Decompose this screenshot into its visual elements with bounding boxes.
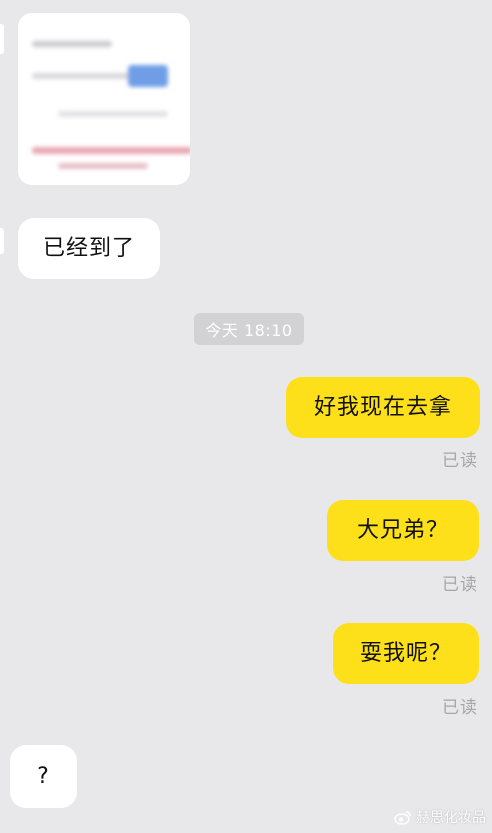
message-text: 已经到了 (42, 235, 135, 261)
timestamp-divider: 今天 18:10 (194, 313, 304, 345)
message-bubble-incoming[interactable]: 已经到了 (18, 218, 160, 279)
watermark-text: 赫思化妆品 (416, 810, 486, 826)
message-bubble-outgoing[interactable]: 大兄弟？ (327, 500, 479, 561)
message-text: 大兄弟？ (356, 517, 449, 543)
message-text: ? (37, 763, 50, 789)
blurred-content (32, 147, 190, 154)
timestamp-text: 今天 18:10 (205, 321, 293, 340)
message-text: 耍我呢？ (359, 640, 452, 666)
blurred-content (32, 73, 132, 79)
weibo-icon (394, 810, 411, 825)
read-receipt: 已读 (442, 698, 478, 718)
blurred-content (32, 41, 112, 47)
message-text: 好我现在去拿 (313, 394, 452, 420)
sender-avatar-edge (0, 228, 4, 254)
blurred-content (58, 163, 148, 169)
message-bubble-incoming[interactable]: ? (10, 745, 77, 808)
watermark: 赫思化妆品 (394, 807, 486, 827)
sender-avatar-edge (0, 24, 4, 54)
message-bubble-outgoing[interactable]: 好我现在去拿 (286, 377, 480, 438)
blurred-content (128, 65, 168, 87)
chat-thread: 已经到了 今天 18:10 好我现在去拿 已读 大兄弟？ 已读 耍我呢？ 已读 … (0, 0, 492, 833)
read-receipt: 已读 (442, 575, 478, 595)
message-bubble-outgoing[interactable]: 耍我呢？ (333, 623, 479, 684)
image-message[interactable] (18, 13, 190, 185)
blurred-content (58, 111, 168, 117)
read-receipt: 已读 (442, 451, 478, 471)
